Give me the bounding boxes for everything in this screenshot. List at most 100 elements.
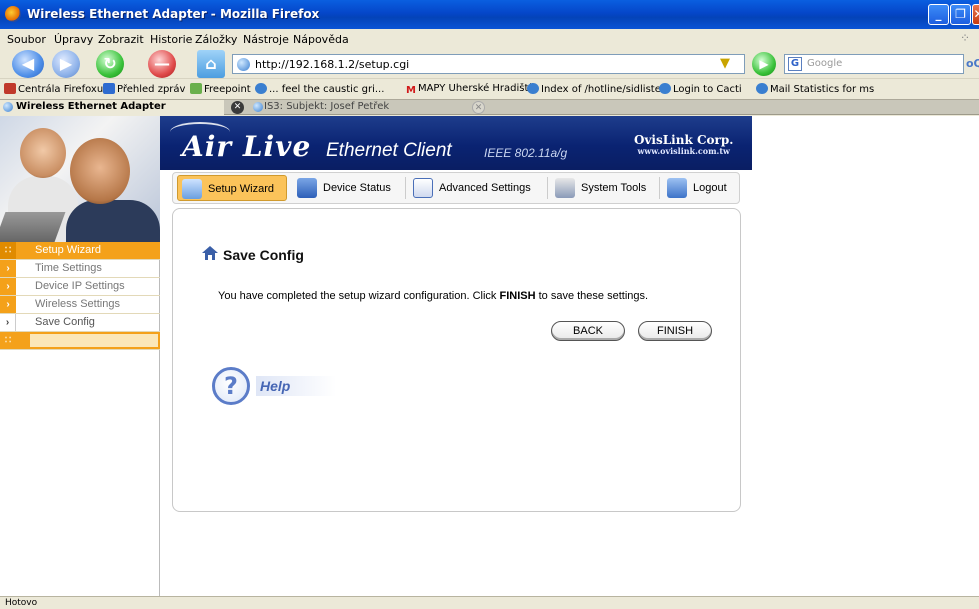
monitor-icon bbox=[297, 178, 317, 198]
minimize-button[interactable]: _ bbox=[928, 4, 949, 25]
bookmark-icon bbox=[659, 83, 671, 94]
ovislink-logo: OvisLink Corp. www.ovislink.com.tw bbox=[634, 133, 734, 156]
browser-window: Wireless Ethernet Adapter - Mozilla Fire… bbox=[0, 0, 979, 609]
bookmark-item[interactable]: M MAPY Uherské Hradiště bbox=[406, 83, 535, 96]
tab-favicon-icon bbox=[253, 102, 263, 112]
tab-favicon-icon bbox=[3, 102, 13, 112]
bookmark-icon bbox=[527, 83, 539, 94]
stop-icon: — bbox=[154, 54, 170, 73]
back-arrow-icon: ◀ bbox=[21, 54, 35, 73]
tab-label: IS3: Subjekt: Josef Petřek bbox=[264, 101, 390, 112]
main-panel: Save Config You have completed the setup… bbox=[172, 208, 741, 512]
bookmark-icon bbox=[190, 83, 202, 94]
navigation-toolbar: ◀ ▶ ↻ — ⌂ http://192.168.1.2/setup.cgi ▼… bbox=[0, 49, 979, 79]
tab-wireless-ethernet-adapter[interactable]: Wireless Ethernet Adapter ✕ bbox=[0, 100, 244, 115]
menu-file[interactable]: Soubor bbox=[7, 33, 46, 46]
status-bar: Hotovo bbox=[0, 596, 979, 609]
bullet-icon: ∷ bbox=[0, 242, 16, 259]
bookmarks-toolbar: Centrála Firefoxu Přehled zpráv Freepoin… bbox=[0, 80, 979, 98]
bookmark-icon bbox=[756, 83, 768, 94]
google-icon[interactable]: G bbox=[788, 57, 802, 71]
url-dropdown-icon[interactable]: ▼ bbox=[720, 56, 736, 72]
tab-logout[interactable]: Logout bbox=[663, 175, 735, 201]
arrow-icon: › bbox=[0, 278, 16, 295]
wizard-icon bbox=[182, 179, 202, 199]
forward-arrow-icon: ▶ bbox=[59, 54, 73, 73]
header-photo bbox=[0, 116, 160, 242]
help-icon[interactable]: ? bbox=[212, 367, 250, 405]
search-input[interactable]: G Google bbox=[784, 54, 964, 74]
tab-close-icon[interactable]: ✕ bbox=[231, 101, 244, 114]
url-text: http://192.168.1.2/setup.cgi bbox=[255, 58, 410, 71]
url-bar[interactable]: http://192.168.1.2/setup.cgi ▼ bbox=[232, 54, 745, 74]
throbber-icon: ⁘ bbox=[960, 31, 971, 45]
menu-bookmarks[interactable]: Záložky bbox=[195, 33, 237, 46]
tab-is3-subjekt[interactable]: IS3: Subjekt: Josef Petřek ✕ bbox=[250, 100, 490, 115]
stop-button[interactable]: — bbox=[148, 50, 176, 78]
mapy-icon: M bbox=[406, 85, 416, 96]
sidebar-item-save-config[interactable]: › Save Config bbox=[0, 314, 160, 332]
bookmark-item[interactable]: Mail Statistics for ms bbox=[756, 83, 874, 95]
menu-bar: Soubor Úpravy Zobrazit Historie Záložky … bbox=[0, 29, 979, 49]
close-button[interactable]: ✕ bbox=[972, 4, 979, 25]
maximize-button[interactable]: ❐ bbox=[950, 4, 971, 25]
rss-icon bbox=[103, 83, 115, 94]
menu-tools[interactable]: Nástroje bbox=[243, 33, 289, 46]
menu-view[interactable]: Zobrazit bbox=[98, 33, 144, 46]
bookmark-item[interactable]: Freepoint bbox=[190, 83, 251, 95]
top-menu: Setup Wizard Device Status Advanced Sett… bbox=[172, 172, 740, 204]
sidebar-item-device-ip-settings[interactable]: › Device IP Settings bbox=[0, 278, 160, 296]
home-icon: ⌂ bbox=[205, 54, 217, 73]
window-title: Wireless Ethernet Adapter - Mozilla Fire… bbox=[27, 7, 320, 21]
bullet-icon: ∷ bbox=[0, 332, 16, 349]
reload-icon: ↻ bbox=[103, 54, 117, 73]
product-standard: IEEE 802.11a/g bbox=[484, 146, 568, 160]
menu-edit[interactable]: Úpravy bbox=[54, 33, 93, 46]
tools-icon bbox=[555, 178, 575, 198]
completion-message: You have completed the setup wizard conf… bbox=[218, 290, 649, 302]
tab-system-tools[interactable]: System Tools bbox=[551, 175, 660, 201]
page-content: ∷ Setup Wizard › Time Settings › Device … bbox=[0, 116, 979, 596]
logout-icon bbox=[667, 178, 687, 198]
search-go-icon[interactable]: oQ bbox=[966, 57, 979, 70]
bookmark-item[interactable]: Přehled zpráv bbox=[103, 83, 185, 95]
site-globe-icon bbox=[237, 58, 250, 71]
arrow-icon: › bbox=[0, 296, 16, 313]
forward-button[interactable]: ▶ bbox=[52, 50, 80, 78]
home-button[interactable]: ⌂ bbox=[197, 50, 225, 78]
bookmark-icon bbox=[255, 83, 267, 94]
go-button[interactable]: ▶ bbox=[752, 52, 776, 76]
product-name: Ethernet Client bbox=[326, 140, 452, 161]
menu-help[interactable]: Nápověda bbox=[293, 33, 349, 46]
arrow-icon: › bbox=[0, 260, 16, 277]
back-button[interactable]: ◀ bbox=[12, 50, 44, 78]
clipboard-icon bbox=[413, 178, 433, 198]
tab-close-icon[interactable]: ✕ bbox=[472, 101, 485, 114]
sidebar-item-wireless-settings[interactable]: › Wireless Settings bbox=[0, 296, 160, 314]
tab-setup-wizard[interactable]: Setup Wizard bbox=[177, 175, 287, 201]
help-link[interactable]: Help bbox=[256, 376, 336, 396]
reload-button[interactable]: ↻ bbox=[96, 50, 124, 78]
sidebar-item-time-settings[interactable]: › Time Settings bbox=[0, 260, 160, 278]
product-banner: Air Live Ethernet Client IEEE 802.11a/g … bbox=[160, 116, 752, 170]
airlive-logo: Air Live bbox=[182, 130, 312, 163]
bookmark-icon bbox=[4, 83, 16, 94]
arrow-icon: › bbox=[0, 314, 16, 331]
tab-label: Wireless Ethernet Adapter bbox=[16, 101, 166, 112]
finish-button[interactable]: FINISH bbox=[638, 321, 712, 341]
tab-bar: Wireless Ethernet Adapter ✕ IS3: Subjekt… bbox=[0, 99, 979, 115]
tab-advanced-settings[interactable]: Advanced Settings bbox=[409, 175, 548, 201]
bookmark-item[interactable]: Login to Cacti bbox=[659, 83, 742, 95]
bookmark-item[interactable]: Index of /hotline/sidliste bbox=[527, 83, 661, 95]
bookmark-item[interactable]: Centrála Firefoxu bbox=[4, 83, 103, 95]
sidebar-footer: ∷ bbox=[0, 332, 160, 350]
go-icon: ▶ bbox=[759, 57, 769, 71]
home-icon bbox=[202, 246, 218, 260]
firefox-icon bbox=[5, 6, 21, 22]
sidebar-item-setup-wizard[interactable]: ∷ Setup Wizard bbox=[0, 242, 160, 260]
search-placeholder: Google bbox=[807, 58, 843, 69]
back-button[interactable]: BACK bbox=[551, 321, 625, 341]
bookmark-item[interactable]: ... feel the caustic gri... bbox=[255, 83, 384, 95]
tab-device-status[interactable]: Device Status bbox=[293, 175, 406, 201]
menu-history[interactable]: Historie bbox=[150, 33, 192, 46]
